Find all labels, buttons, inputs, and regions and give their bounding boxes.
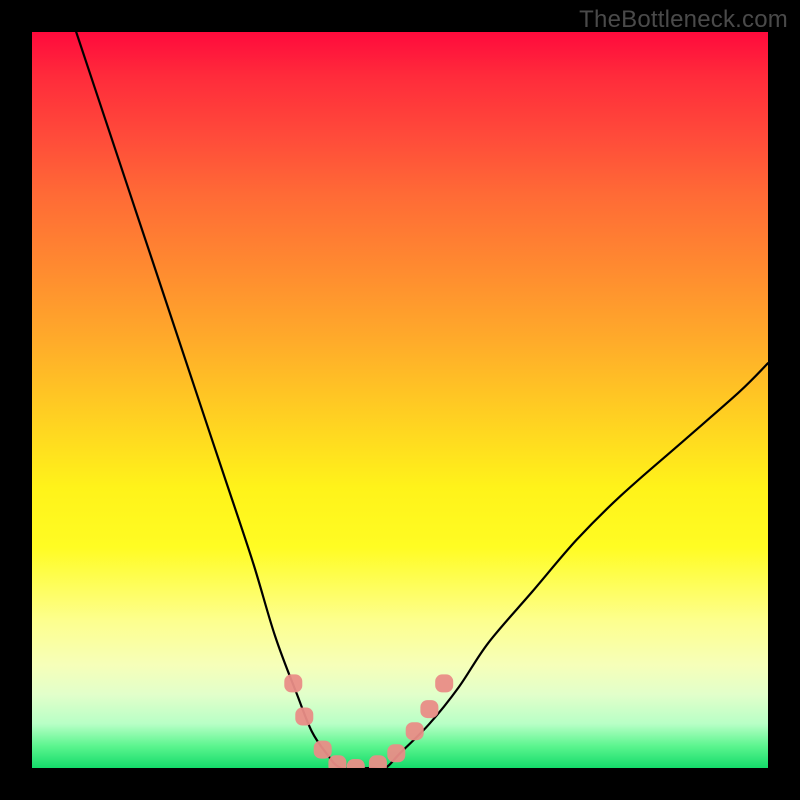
curve-layer [32,32,768,768]
curve-marker [314,741,332,759]
watermark-text: TheBottleneck.com [579,6,788,34]
curve-marker [435,674,453,692]
curve-marker [328,755,346,768]
curve-marker [387,744,405,762]
curve-marker [295,708,313,726]
curve-marker [284,674,302,692]
curve-marker [369,755,387,768]
curve-marker [347,759,365,768]
curve-marker [420,700,438,718]
chart-frame: TheBottleneck.com [0,0,800,800]
bottleneck-curve [76,32,768,768]
curve-markers [284,674,453,768]
plot-area [32,32,768,768]
curve-marker [406,722,424,740]
